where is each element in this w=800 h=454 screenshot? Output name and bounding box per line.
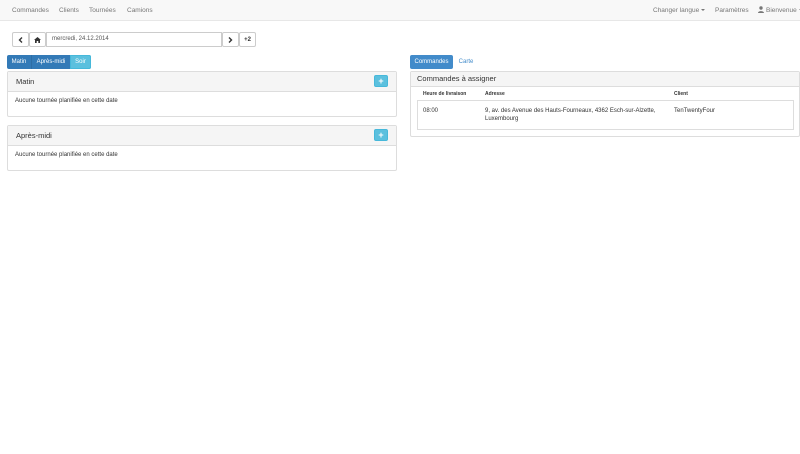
user-dropdown-label: Bienvenue bbox=[766, 7, 797, 14]
nav-commandes[interactable]: Commandes bbox=[12, 0, 49, 21]
today-button[interactable] bbox=[29, 32, 46, 47]
date-field[interactable]: mercredi, 24.12.2014 bbox=[46, 32, 222, 47]
tab-carte[interactable]: Carte bbox=[455, 55, 477, 69]
order-address-line1: 9, av. des Avenue des Hauts-Fourneaux, 4… bbox=[485, 108, 656, 114]
nav-tournees[interactable]: Tournées bbox=[89, 0, 116, 21]
add-tour-matin-button[interactable]: + bbox=[374, 75, 388, 87]
user-icon bbox=[758, 6, 764, 13]
column-header-time: Heure de livraison bbox=[423, 91, 467, 97]
previous-day-button[interactable] bbox=[12, 32, 29, 47]
nav-parametres[interactable]: Paramètres bbox=[715, 0, 749, 21]
order-time: 08:00 bbox=[423, 108, 439, 114]
chevron-right-icon bbox=[228, 36, 233, 43]
language-dropdown[interactable]: Changer langue bbox=[653, 0, 706, 21]
panel-apres-midi-heading: Après-midi + bbox=[8, 126, 396, 146]
plus-icon: + bbox=[378, 130, 384, 140]
add-tour-apres-midi-button[interactable]: + bbox=[374, 129, 388, 141]
column-header-address: Adresse bbox=[485, 91, 505, 97]
panel-apres-midi-empty-text: Aucune tournée planifiée en cette date bbox=[15, 152, 118, 158]
plus-two-days-button[interactable]: +2 bbox=[239, 32, 256, 47]
language-dropdown-label: Changer langue bbox=[653, 7, 700, 14]
panel-orders-heading: Commandes à assigner bbox=[411, 72, 799, 87]
nav-clients[interactable]: Clients bbox=[59, 0, 79, 21]
panel-matin-empty-text: Aucune tournée planifiée en cette date bbox=[15, 98, 118, 104]
order-address-line2: Luxembourg bbox=[485, 116, 519, 122]
plus-two-days-label: +2 bbox=[244, 36, 251, 43]
panel-matin-title: Matin bbox=[16, 77, 35, 86]
panel-matin-heading: Matin + bbox=[8, 72, 396, 92]
table-row[interactable]: 08:00 9, av. des Avenue des Hauts-Fourne… bbox=[417, 100, 794, 130]
top-navbar: Commandes Clients Tournées Camions Chang… bbox=[0, 0, 800, 21]
chevron-left-icon bbox=[18, 36, 23, 43]
home-icon bbox=[34, 36, 41, 43]
panel-matin: Matin + Aucune tournée planifiée en cett… bbox=[7, 71, 397, 117]
next-day-button[interactable] bbox=[222, 32, 239, 47]
order-client: TenTwentyFour bbox=[674, 108, 716, 114]
user-dropdown[interactable]: Bienvenue bbox=[758, 0, 800, 21]
tab-matin[interactable]: Matin bbox=[7, 55, 31, 69]
tab-apres-midi[interactable]: Après-midi bbox=[31, 55, 70, 69]
panel-apres-midi: Après-midi + Aucune tournée planifiée en… bbox=[7, 125, 397, 171]
panel-apres-midi-title: Après-midi bbox=[16, 131, 52, 140]
nav-camions[interactable]: Camions bbox=[127, 0, 153, 21]
chevron-down-icon bbox=[701, 9, 706, 12]
column-header-client: Client bbox=[674, 91, 688, 97]
panel-orders-title: Commandes à assigner bbox=[417, 74, 497, 83]
tab-soir[interactable]: Soir bbox=[70, 55, 91, 69]
tab-commandes[interactable]: Commandes bbox=[410, 55, 453, 69]
plus-icon: + bbox=[378, 76, 384, 86]
